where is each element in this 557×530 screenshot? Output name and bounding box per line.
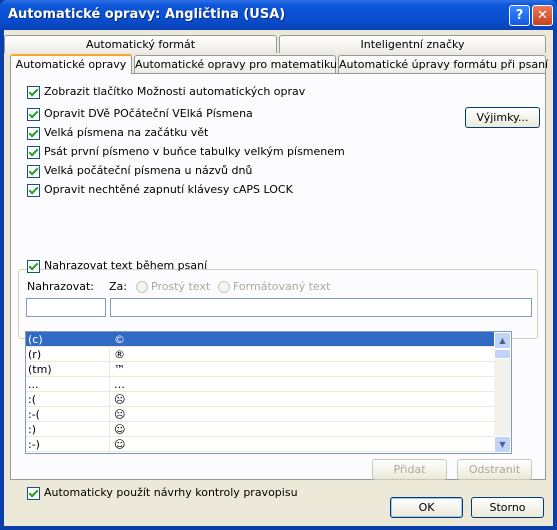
replace-text-label: Nahrazovat text během psaní <box>44 259 208 272</box>
close-icon[interactable]: ✕ <box>532 5 553 26</box>
scroll-up-icon[interactable]: ▲ <box>494 332 511 349</box>
checkbox-checked-icon <box>27 184 40 197</box>
list-row[interactable]: ... … <box>26 377 511 392</box>
title-bar[interactable]: Automatické opravy: Angličtina (USA) ? ✕ <box>0 0 557 30</box>
with-cell: ™ <box>114 363 125 376</box>
replace-cell: :-( <box>28 408 40 421</box>
capitalize-sentences-label: Velká písmena na začátku vět <box>44 126 209 139</box>
replace-cell: :) <box>28 423 36 436</box>
list-row[interactable]: :) ☺ <box>26 422 511 437</box>
checkbox-checked-icon <box>27 146 40 159</box>
list-row[interactable]: :-) ☺ <box>26 437 511 452</box>
help-icon[interactable]: ? <box>509 5 530 26</box>
with-cell: ☹ <box>114 393 126 406</box>
capitalize-days-label: Velká počáteční písmena u názvů dnů <box>44 164 253 177</box>
checkbox-checked-icon <box>27 127 40 140</box>
replace-cell: ... <box>28 378 39 391</box>
delete-button[interactable]: Odstranit <box>457 459 532 480</box>
formatted-text-label: Formátovaný text <box>233 280 331 293</box>
with-input[interactable] <box>110 298 532 317</box>
list-row[interactable]: (r) ® <box>26 347 511 362</box>
two-initial-caps-label: Opravit DVě POčáteční VElká Písmena <box>44 107 253 120</box>
replace-cell: :( <box>28 393 36 406</box>
with-cell: © <box>114 333 125 346</box>
capitalize-table-cells-label: Psát první písmeno v buňce tabulky velký… <box>44 145 345 158</box>
ok-button[interactable]: OK <box>390 497 463 518</box>
replace-cell: :-) <box>28 438 40 451</box>
tab-inteligentni-znacky[interactable]: Inteligentní značky <box>279 35 546 53</box>
exceptions-button[interactable]: Výjimky... <box>465 107 540 128</box>
replace-input[interactable] <box>26 298 106 317</box>
with-label: Za: <box>109 280 127 293</box>
tab-opravy-matematika[interactable]: Automatické opravy pro matematiku <box>134 55 337 73</box>
with-cell: ☹ <box>114 408 126 421</box>
caps-lock-label: Opravit nechtěné zapnutí klávesy cAPS LO… <box>44 183 293 196</box>
tab-automaticky-format[interactable]: Automatický formát <box>4 35 277 53</box>
with-cell: ☺ <box>114 438 126 451</box>
add-button[interactable]: Přidat <box>372 459 447 480</box>
scroll-thumb[interactable] <box>494 349 511 359</box>
with-cell: ☺ <box>114 423 126 436</box>
dialog-body: Automatický formát Inteligentní značky A… <box>4 30 553 526</box>
checkbox-checked-icon <box>27 260 40 273</box>
radio-selected-icon <box>136 281 148 293</box>
replace-cell: (tm) <box>28 363 52 376</box>
list-row[interactable]: (tm) ™ <box>26 362 511 377</box>
list-row[interactable]: :( ☹ <box>26 392 511 407</box>
replace-text-checkbox[interactable]: Nahrazovat text během psaní <box>27 259 207 274</box>
checkbox-checked-icon <box>27 487 40 500</box>
list-row[interactable]: (c) © <box>26 332 511 347</box>
checkbox-checked-icon <box>27 86 40 99</box>
use-suggestions-label: Automaticky použít návrhy kontroly pravo… <box>44 486 298 499</box>
list-scrollbar[interactable]: ▲ ▼ <box>494 332 511 453</box>
checkbox-checked-icon <box>27 108 40 121</box>
cancel-button[interactable]: Storno <box>471 497 544 518</box>
list-row[interactable]: :-( ☹ <box>26 407 511 422</box>
tab-automaticke-opravy[interactable]: Automatické opravy <box>10 54 132 74</box>
autocorrect-list[interactable]: (c) © (r) ® (tm) ™ ... … :( ☹ :-( ☹ :) ☺ :-) ☺ ▲… <box>25 331 512 454</box>
plain-text-label: Prostý text <box>151 280 211 293</box>
show-buttons-label: Zobrazit tlačítko Možnosti automatických… <box>44 85 306 98</box>
window-title: Automatické opravy: Angličtina (USA) <box>8 7 286 22</box>
dialog-window: Automatické opravy: Angličtina (USA) ? ✕… <box>0 0 557 530</box>
with-cell: ® <box>114 348 125 361</box>
replace-label: Nahrazovat: <box>27 280 94 293</box>
radio-empty-icon <box>218 281 230 293</box>
replace-cell: (c) <box>28 333 43 346</box>
scroll-down-icon[interactable]: ▼ <box>494 436 511 453</box>
replace-cell: (r) <box>28 348 42 361</box>
checkbox-checked-icon <box>27 165 40 178</box>
tab-upravy-formatu[interactable]: Automatické úpravy formátu při psaní <box>338 55 548 73</box>
with-cell: … <box>114 378 125 391</box>
